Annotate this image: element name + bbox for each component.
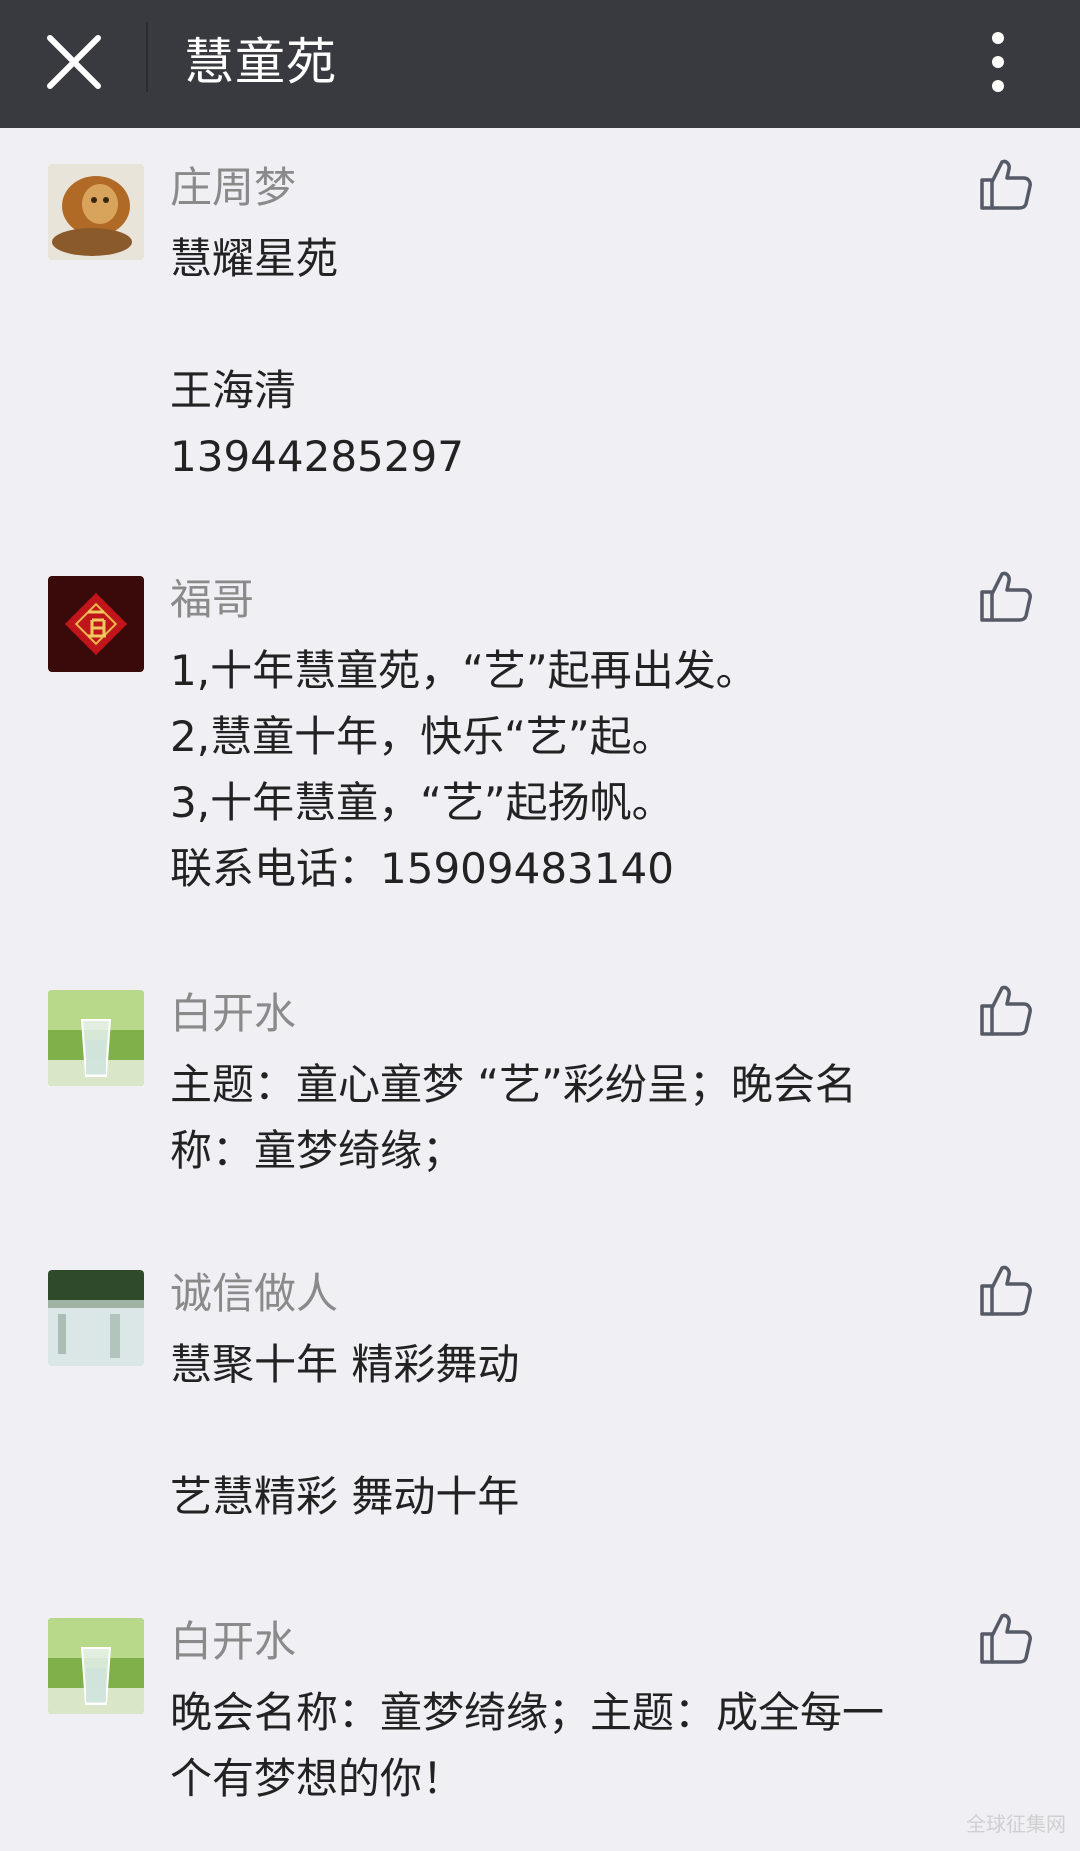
comment-line: 王海清: [170, 366, 297, 415]
comment-line: 艺慧精彩 舞动十年: [170, 1472, 520, 1521]
comment-content: 1,十年慧童苑，“艺”起再出发。 2,慧童十年，快乐“艺”起。 3,十年慧童，“…: [170, 638, 1020, 902]
comment-content: 慧耀星苑 王海清 13944285297: [170, 226, 1020, 490]
like-button[interactable]: [976, 568, 1034, 626]
comment-line: 个有梦想的你！: [170, 1754, 465, 1803]
avatar[interactable]: [48, 164, 144, 260]
like-button[interactable]: [976, 1262, 1034, 1320]
thumbs-up-icon: [980, 1265, 1032, 1316]
like-button[interactable]: [976, 982, 1034, 1040]
more-vertical-icon: [992, 32, 1004, 92]
thumbs-up-icon: [980, 985, 1032, 1036]
comment-author[interactable]: 诚信做人: [170, 1268, 338, 1320]
water-glass-avatar-icon: [48, 1618, 144, 1714]
more-button[interactable]: [970, 24, 1026, 100]
thumbs-up-icon: [980, 159, 1032, 210]
comment-author[interactable]: 庄周梦: [170, 162, 296, 214]
avatar[interactable]: [48, 1618, 144, 1714]
watermark: 全球征集网: [966, 1812, 1066, 1836]
comment-line-blank: [170, 292, 1020, 358]
comment-line: 1,十年慧童苑，“艺”起再出发。: [170, 646, 758, 695]
fu-character-avatar-icon: [48, 576, 144, 672]
comment-line: 晚会名称：童梦绮缘；主题：成全每一: [170, 1688, 885, 1737]
comment-content: 晚会名称：童梦绮缘；主题：成全每一 个有梦想的你！: [170, 1680, 1020, 1812]
header-divider: [146, 22, 148, 92]
close-icon: [47, 35, 101, 89]
comment-author[interactable]: 福哥: [170, 574, 254, 626]
water-glass-avatar-icon: [48, 990, 144, 1086]
thumbs-up-icon: [980, 1613, 1032, 1664]
avatar[interactable]: [48, 1270, 144, 1366]
comment-line: 主题：童心童梦 “艺”彩纷呈；晚会名: [170, 1060, 857, 1109]
lion-avatar-icon: [48, 164, 144, 260]
like-button[interactable]: [976, 1610, 1034, 1668]
comment-line: 联系电话：15909483140: [170, 844, 674, 893]
comment-author[interactable]: 白开水: [170, 988, 296, 1040]
comment-line-blank: [170, 1398, 1020, 1464]
comment-line: 13944285297: [170, 432, 464, 481]
page-title: 慧童苑: [184, 33, 337, 91]
comment-author[interactable]: 白开水: [170, 1616, 296, 1668]
comment-content: 主题：童心童梦 “艺”彩纷呈；晚会名 称：童梦绮缘；: [170, 1052, 1020, 1184]
avatar[interactable]: [48, 576, 144, 672]
lake-avatar-icon: [48, 1270, 144, 1366]
close-button[interactable]: [36, 24, 112, 100]
thumbs-up-icon: [980, 571, 1032, 622]
top-bar: 慧童苑: [0, 0, 1080, 128]
comment-line: 2,慧童十年，快乐“艺”起。: [170, 712, 674, 761]
avatar[interactable]: [48, 990, 144, 1086]
like-button[interactable]: [976, 156, 1034, 214]
comment-line: 慧聚十年 精彩舞动: [170, 1340, 520, 1389]
comment-line: 慧耀星苑: [170, 234, 339, 283]
comment-content: 慧聚十年 精彩舞动 艺慧精彩 舞动十年: [170, 1332, 1020, 1530]
comment-line: 3,十年慧童，“艺”起扬帆。: [170, 778, 674, 827]
comment-line: 称：童梦绮缘；: [170, 1126, 465, 1175]
